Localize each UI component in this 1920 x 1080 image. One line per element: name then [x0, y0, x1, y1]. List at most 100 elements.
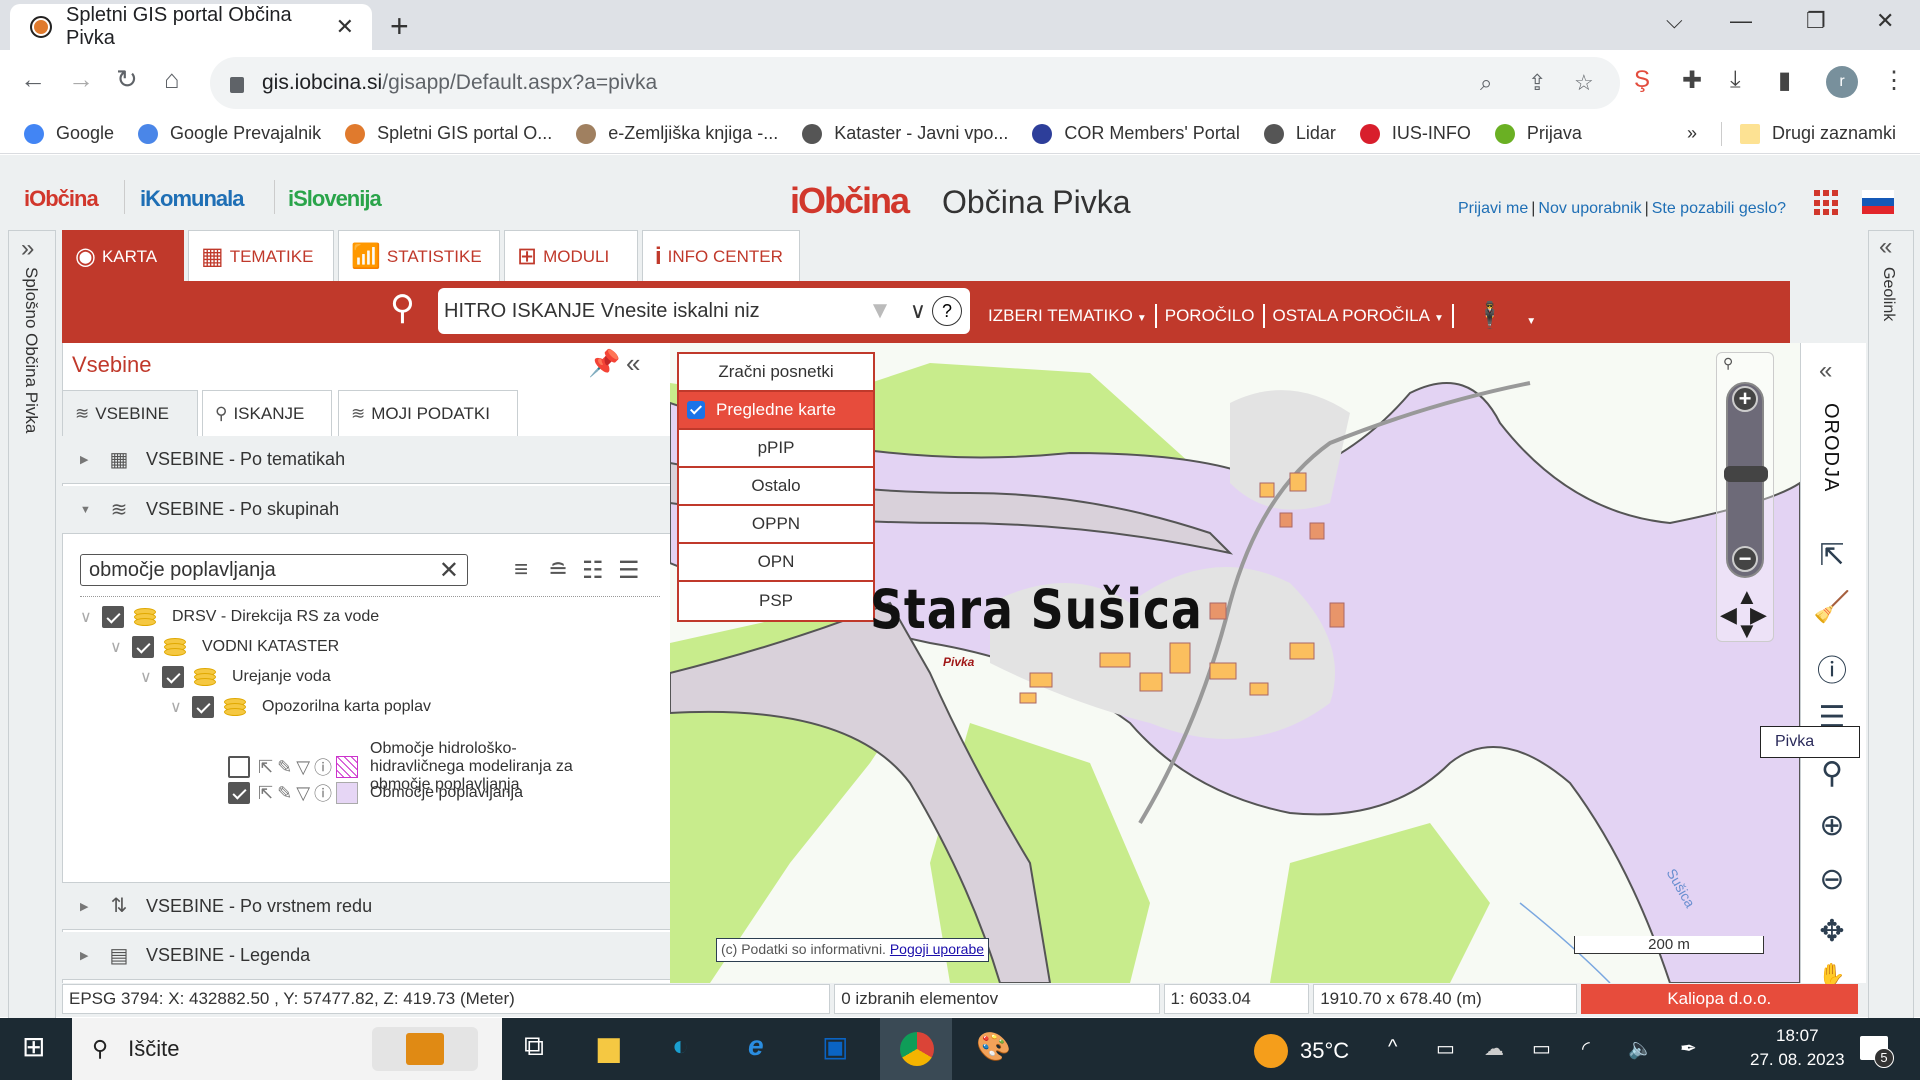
- checkbox[interactable]: [192, 696, 214, 718]
- brand-islovenija-link[interactable]: iSlovenija: [288, 186, 382, 212]
- left-rail-splosno[interactable]: » Splošno Občina Pivka: [8, 230, 56, 1020]
- section-po-tematikah[interactable]: ▶ ▦ VSEBINE - Po tematikah: [62, 436, 670, 484]
- zoom-search-icon[interactable]: ⚲: [1723, 355, 1733, 372]
- vendor-link[interactable]: Kaliopa d.o.o.: [1580, 984, 1858, 1014]
- panel-tab-moji-podatki[interactable]: ≋ MOJI PODATKI: [338, 390, 518, 436]
- notifications-icon[interactable]: 5: [1860, 1036, 1894, 1068]
- basemap-option[interactable]: Ostalo: [679, 468, 873, 506]
- expand-arrow-icon[interactable]: ∨: [80, 607, 96, 627]
- zoom-in-button[interactable]: +: [1732, 386, 1758, 412]
- tab-info-center[interactable]: i INFO CENTER: [642, 230, 800, 282]
- panel-tab-vsebine[interactable]: ≋ VSEBINE: [62, 390, 198, 436]
- taskbar-clock[interactable]: 18:07 27. 08. 2023: [1750, 1024, 1845, 1072]
- quick-search-input[interactable]: HITRO ISKANJE Vnesite iskalni niz ▼ ∨ ?: [438, 288, 970, 334]
- register-link[interactable]: Nov uporabnik: [1538, 200, 1641, 217]
- briefcase-icon[interactable]: [372, 1027, 478, 1071]
- zoom-out-button[interactable]: −: [1732, 546, 1758, 572]
- tab-karta[interactable]: ◉ KARTA: [62, 230, 184, 282]
- restore-button[interactable]: ❐: [1806, 8, 1826, 34]
- camera-icon[interactable]: ▭: [1436, 1036, 1455, 1061]
- panel-tab-iskanje[interactable]: ⚲ ISKANJE: [202, 390, 332, 436]
- basemap-option[interactable]: Zračni posnetki: [679, 354, 873, 392]
- collapse-chevron-icon[interactable]: «: [1879, 233, 1892, 261]
- search-icon[interactable]: ⚲: [390, 288, 415, 328]
- section-legenda[interactable]: ▶ ▤ VSEBINE - Legenda: [62, 932, 670, 980]
- zoom-out-tool-icon[interactable]: ⊖: [1812, 862, 1852, 897]
- profile-avatar[interactable]: r: [1826, 66, 1858, 98]
- expand-arrow-icon[interactable]: ∨: [170, 697, 186, 717]
- layer-filter-input[interactable]: območje poplavljanja ✕: [80, 554, 468, 586]
- uncheck-all-icon[interactable]: ☰: [618, 556, 640, 585]
- side-panel-icon[interactable]: ▮: [1778, 66, 1791, 95]
- bookmark-item[interactable]: Kataster - Javni vpo...: [802, 123, 1008, 144]
- bookmark-item[interactable]: e-Zemljiška knjiga -...: [576, 123, 778, 144]
- extensions-puzzle-icon[interactable]: ✚: [1682, 66, 1702, 95]
- select-arrow-tool-icon[interactable]: ⇱: [1812, 538, 1852, 573]
- expand-arrow-icon[interactable]: ∨: [140, 667, 156, 687]
- brand-iobcina-link[interactable]: iObčina: [24, 186, 99, 212]
- forgot-password-link[interactable]: Ste pozabili geslo?: [1652, 200, 1786, 217]
- reload-button[interactable]: ↻: [116, 64, 138, 95]
- bookmark-item[interactable]: Spletni GIS portal O...: [345, 123, 552, 144]
- back-button[interactable]: ←: [20, 64, 46, 95]
- windows-start-icon[interactable]: ⊞: [22, 1030, 45, 1063]
- close-tab-icon[interactable]: ✕: [336, 14, 354, 40]
- expand-chevron-icon[interactable]: »: [21, 235, 34, 263]
- tab-moduli[interactable]: ⊞ MODULI: [504, 230, 638, 282]
- browser-tab[interactable]: Spletni GIS portal Občina Pivka ✕: [10, 4, 372, 50]
- login-link[interactable]: Prijavi me: [1458, 200, 1528, 217]
- apps-grid-icon[interactable]: [1814, 190, 1840, 216]
- checkbox-checked[interactable]: [687, 401, 705, 419]
- weather-widget[interactable]: 35°C: [1254, 1034, 1349, 1068]
- help-icon[interactable]: ?: [932, 296, 962, 326]
- checkbox[interactable]: [102, 606, 124, 628]
- paint-icon[interactable]: 🎨: [976, 1030, 1011, 1063]
- forward-button[interactable]: →: [68, 64, 94, 95]
- checkbox[interactable]: [132, 636, 154, 658]
- pan-down-icon[interactable]: ▼: [1736, 618, 1758, 644]
- search-icon[interactable]: ⌕: [1480, 70, 1492, 96]
- tree-node[interactable]: ∨ DRSV - Direkcija RS za vode: [80, 606, 379, 628]
- check-all-icon[interactable]: ☷: [582, 556, 604, 585]
- layer-checkbox[interactable]: [228, 756, 250, 778]
- filter-icon[interactable]: ▽: [296, 783, 310, 804]
- address-bar[interactable]: gis.iobcina.si/gisapp/Default.aspx?a=piv…: [210, 57, 1620, 109]
- tab-search-chevron-icon[interactable]: ⌵: [1666, 8, 1683, 34]
- home-button[interactable]: ⌂: [164, 64, 180, 95]
- tab-statistike[interactable]: 📶 STATISTIKE: [338, 230, 500, 282]
- layer-checkbox[interactable]: [228, 782, 250, 804]
- security-extension-icon[interactable]: Ş: [1634, 66, 1650, 94]
- edit-pen-icon[interactable]: ✎: [277, 783, 292, 804]
- expand-arrow-icon[interactable]: ∨: [110, 637, 126, 657]
- close-window-button[interactable]: ✕: [1876, 8, 1894, 34]
- collapse-all-icon[interactable]: ≘: [548, 556, 568, 585]
- checkbox[interactable]: [162, 666, 184, 688]
- bookmark-item[interactable]: Google Prevajalnik: [138, 123, 321, 144]
- report-button[interactable]: POROČILO: [1165, 306, 1255, 326]
- chevron-down-icon[interactable]: ∨: [910, 298, 926, 324]
- select-cursor-icon[interactable]: ⇱: [258, 757, 273, 778]
- bookmarks-overflow-button[interactable]: »: [1687, 123, 1697, 144]
- internet-explorer-icon[interactable]: e: [748, 1030, 764, 1062]
- bookmark-item[interactable]: Prijava: [1494, 123, 1582, 144]
- basemap-option[interactable]: OPPN: [679, 506, 873, 544]
- zoom-slider-handle[interactable]: [1724, 466, 1768, 482]
- section-po-vrstnem-redu[interactable]: ▶ ⇅ VSEBINE - Po vrstnem redu: [62, 882, 670, 930]
- collapse-tools-icon[interactable]: «: [1819, 357, 1832, 385]
- battery-icon[interactable]: ▭: [1532, 1036, 1551, 1061]
- taskbar-search[interactable]: ⚲ Iščite: [72, 1018, 502, 1080]
- select-thematic-menu[interactable]: IZBERI TEMATIKO ▼: [988, 306, 1147, 326]
- volume-icon[interactable]: 🔈: [1628, 1036, 1653, 1061]
- pan-move-tool-icon[interactable]: ✥: [1812, 914, 1852, 949]
- bookmark-item[interactable]: Google: [24, 123, 114, 144]
- pen-icon[interactable]: ✒: [1680, 1036, 1697, 1061]
- zoom-box-tool-icon[interactable]: ⚲: [1812, 756, 1852, 791]
- other-reports-menu[interactable]: OSTALA POROČILA ▼: [1273, 306, 1444, 326]
- chrome-taskbar-button[interactable]: [880, 1018, 952, 1080]
- edit-pen-icon[interactable]: ✎: [277, 757, 292, 778]
- tab-tematike[interactable]: ▦ TEMATIKE: [188, 230, 334, 282]
- download-icon[interactable]: ⤓: [1730, 66, 1741, 94]
- section-po-skupinah[interactable]: ▼ ≋ VSEBINE - Po skupinah: [62, 486, 670, 534]
- tree-node[interactable]: ∨ Opozorilna karta poplav: [170, 696, 431, 718]
- slovenian-flag-icon[interactable]: [1862, 190, 1894, 214]
